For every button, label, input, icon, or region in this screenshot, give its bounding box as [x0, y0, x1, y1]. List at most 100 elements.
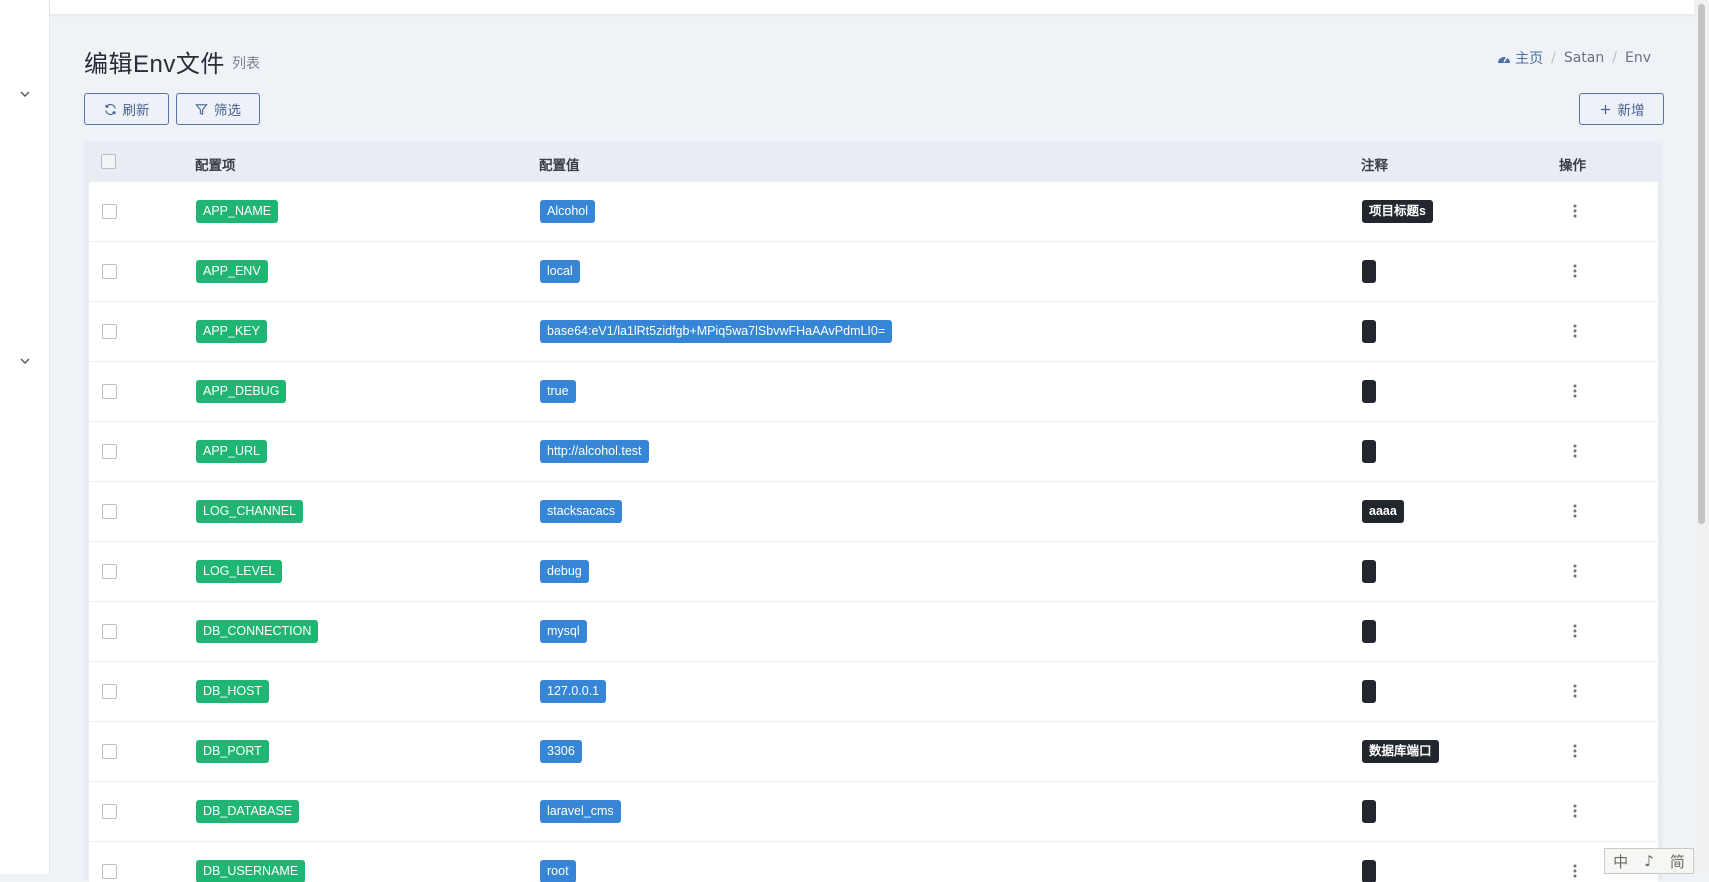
config-note-tag: aaaa	[1362, 500, 1404, 523]
table-row: DB_DATABASE laravel_cms	[89, 782, 1658, 842]
more-vertical-icon[interactable]	[1573, 203, 1577, 219]
config-key-tag: APP_DEBUG	[196, 380, 287, 403]
column-header-key[interactable]: 配置项	[195, 154, 236, 174]
table-row: DB_PORT 3306 数据库端口	[89, 722, 1658, 782]
config-value-tag: laravel_cms	[540, 800, 621, 823]
dashboard-icon	[1498, 56, 1511, 63]
row-checkbox[interactable]	[102, 384, 117, 399]
breadcrumb-item-env: Env	[1624, 50, 1651, 66]
ime-punct-icon[interactable]: ♪	[1644, 852, 1654, 870]
page-subtitle: 列表	[232, 56, 260, 72]
filter-icon	[195, 103, 208, 115]
more-vertical-icon[interactable]	[1573, 323, 1577, 339]
breadcrumb-home[interactable]: 主页	[1497, 48, 1543, 68]
config-value-tag: local	[540, 260, 580, 283]
breadcrumb-item-satan[interactable]: Satan	[1564, 50, 1604, 66]
table-body: APP_NAME Alcohol 项目标题s APP_ENV local APP_KEY b…	[89, 182, 1658, 882]
config-value-tag: 3306	[540, 740, 582, 763]
config-key-tag: DB_HOST	[196, 680, 270, 703]
table-header: 配置项 配置值 注释 操作	[84, 141, 1663, 182]
config-value-tag: Alcohol	[540, 200, 595, 223]
refresh-label: 刷新	[122, 103, 150, 119]
config-value-tag: 127.0.0.1	[540, 680, 607, 703]
row-checkbox[interactable]	[102, 444, 117, 459]
config-key-tag: APP_URL	[196, 440, 267, 463]
table-row: APP_NAME Alcohol 项目标题s	[89, 182, 1658, 242]
config-note-tag	[1362, 440, 1376, 463]
ime-toolbar[interactable]: 中 ♪ 简	[1604, 848, 1694, 874]
config-note-tag	[1362, 260, 1376, 283]
more-vertical-icon[interactable]	[1573, 863, 1577, 879]
config-key-tag: APP_KEY	[196, 320, 267, 343]
table-row: DB_CONNECTION mysql	[89, 602, 1658, 662]
config-note-tag: 数据库端口	[1362, 740, 1439, 763]
row-checkbox[interactable]	[102, 684, 117, 699]
column-header-note: 注释	[1361, 158, 1388, 174]
row-checkbox[interactable]	[102, 564, 117, 579]
table-row: DB_HOST 127.0.0.1	[89, 662, 1658, 722]
config-note-tag	[1362, 800, 1376, 823]
row-checkbox[interactable]	[102, 804, 117, 819]
plus-icon	[1600, 104, 1610, 114]
table-row: APP_URL http://alcohol.test	[89, 422, 1658, 482]
table-row: DB_USERNAME root	[89, 842, 1658, 882]
config-key-tag: DB_CONNECTION	[196, 620, 319, 643]
row-checkbox[interactable]	[102, 744, 117, 759]
sidebar	[0, 0, 50, 874]
config-value-tag: root	[540, 860, 576, 882]
table-row: LOG_LEVEL debug	[89, 542, 1658, 602]
row-checkbox[interactable]	[102, 864, 117, 879]
table-row: APP_KEY base64:eV1/la1lRt5zidfgb+MPiq5wa7…	[89, 302, 1658, 362]
config-value-tag: base64:eV1/la1lRt5zidfgb+MPiq5wa7lSbvwFH…	[540, 320, 893, 343]
more-vertical-icon[interactable]	[1573, 743, 1577, 759]
more-vertical-icon[interactable]	[1573, 563, 1577, 579]
config-note-tag	[1362, 860, 1376, 882]
ime-script-icon[interactable]: 简	[1670, 851, 1685, 872]
row-checkbox[interactable]	[102, 504, 117, 519]
breadcrumb-separator: /	[1551, 50, 1556, 66]
breadcrumb-separator: /	[1612, 50, 1617, 66]
config-key-tag: APP_NAME	[196, 200, 279, 223]
filter-button[interactable]: 筛选	[176, 93, 260, 125]
config-note-tag: 项目标题s	[1362, 200, 1433, 223]
row-checkbox[interactable]	[102, 624, 117, 639]
more-vertical-icon[interactable]	[1573, 443, 1577, 459]
filter-label: 筛选	[214, 103, 241, 119]
row-checkbox[interactable]	[102, 204, 117, 219]
refresh-button[interactable]: 刷新	[84, 93, 169, 125]
config-key-tag: APP_ENV	[196, 260, 268, 283]
config-value-tag: true	[540, 380, 576, 403]
more-vertical-icon[interactable]	[1573, 263, 1577, 279]
row-checkbox[interactable]	[102, 324, 117, 339]
refresh-icon	[104, 103, 116, 115]
scrollbar-thumb[interactable]	[1698, 4, 1705, 524]
more-vertical-icon[interactable]	[1573, 383, 1577, 399]
config-note-tag	[1362, 680, 1376, 703]
ime-mode-icon[interactable]: 中	[1613, 851, 1628, 872]
add-button[interactable]: 新增	[1579, 93, 1664, 125]
breadcrumb-home-label: 主页	[1515, 51, 1544, 67]
row-checkbox[interactable]	[102, 264, 117, 279]
breadcrumb: 主页 / Satan / Env	[1497, 48, 1651, 68]
config-note-tag	[1362, 620, 1376, 643]
column-header-value[interactable]: 配置值	[539, 154, 580, 174]
page-scrollbar[interactable]	[1694, 0, 1709, 874]
config-note-tag	[1362, 320, 1376, 343]
table-row: APP_DEBUG true	[89, 362, 1658, 422]
more-vertical-icon[interactable]	[1573, 683, 1577, 699]
table-row: APP_ENV local	[89, 242, 1658, 302]
column-header-actions: 操作	[1559, 158, 1586, 174]
env-table: 配置项 配置值 注释 操作 APP_NAME Alcohol 项目标题s APP_EN…	[84, 141, 1663, 882]
more-vertical-icon[interactable]	[1573, 803, 1577, 819]
chevron-down-icon[interactable]	[19, 88, 31, 100]
chevron-down-icon[interactable]	[19, 355, 31, 367]
select-all-checkbox[interactable]	[101, 154, 116, 169]
page-title: 编辑Env文件	[84, 51, 225, 78]
config-key-tag: DB_USERNAME	[196, 860, 306, 882]
more-vertical-icon[interactable]	[1573, 503, 1577, 519]
config-value-tag: mysql	[540, 620, 587, 643]
config-value-tag: debug	[540, 560, 589, 583]
config-key-tag: LOG_CHANNEL	[196, 500, 304, 523]
config-key-tag: LOG_LEVEL	[196, 560, 283, 583]
more-vertical-icon[interactable]	[1573, 623, 1577, 639]
